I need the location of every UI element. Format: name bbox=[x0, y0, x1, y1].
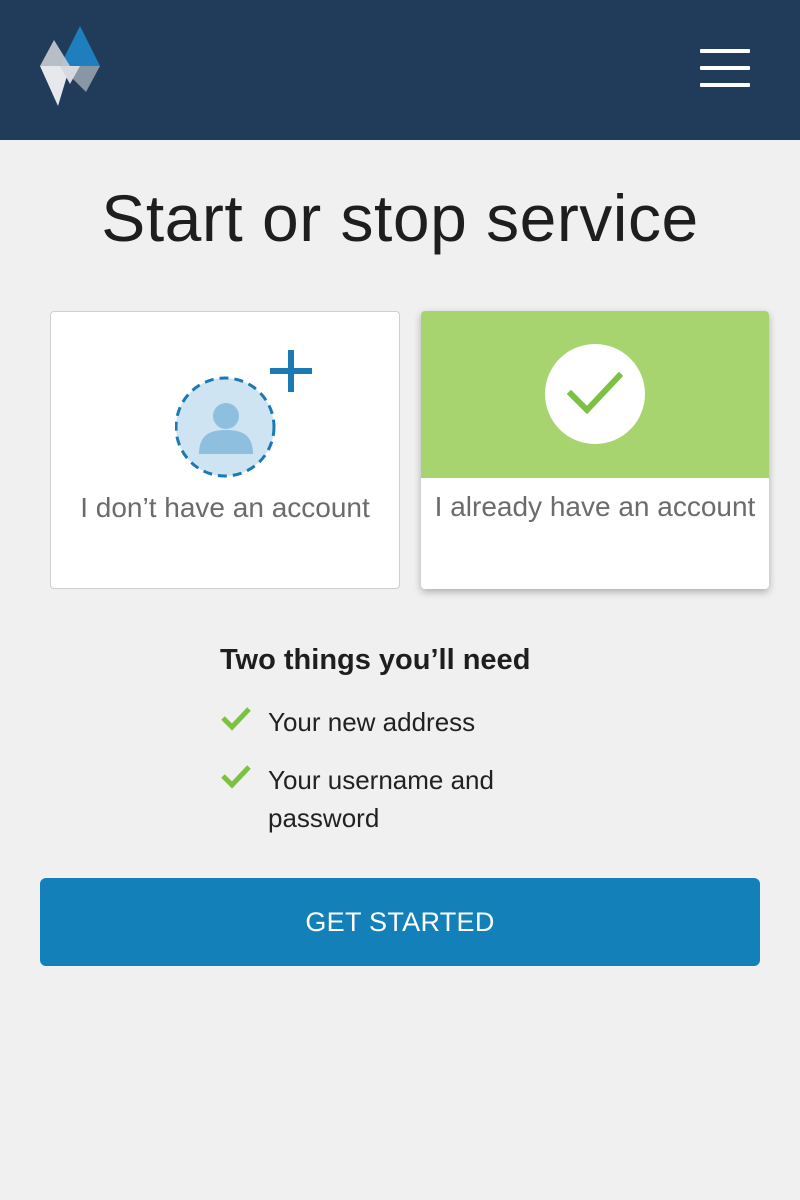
option-no-account-label: I don’t have an account bbox=[80, 492, 370, 523]
selected-highlight bbox=[421, 311, 769, 478]
requirements-title: Two things you’ll need bbox=[220, 644, 531, 676]
get-started-button[interactable]: GET STARTED bbox=[40, 878, 760, 966]
diamond-logo-icon[interactable] bbox=[38, 26, 102, 108]
option-have-account[interactable]: I already have an account bbox=[421, 311, 769, 589]
checkmark-icon bbox=[221, 765, 251, 789]
page-title: Start or stop service bbox=[101, 181, 699, 255]
checkmark-icon bbox=[221, 707, 251, 731]
add-user-icon bbox=[175, 350, 312, 478]
option-have-account-label: I already have an account bbox=[434, 491, 756, 522]
app-header bbox=[0, 0, 800, 140]
requirement-text: Your new address bbox=[268, 707, 476, 737]
checkmark-circle-icon bbox=[545, 344, 645, 444]
requirement-text: Your username and password bbox=[268, 765, 494, 833]
hamburger-menu-icon[interactable] bbox=[696, 46, 754, 90]
option-no-account[interactable]: I don’t have an account bbox=[50, 311, 400, 589]
